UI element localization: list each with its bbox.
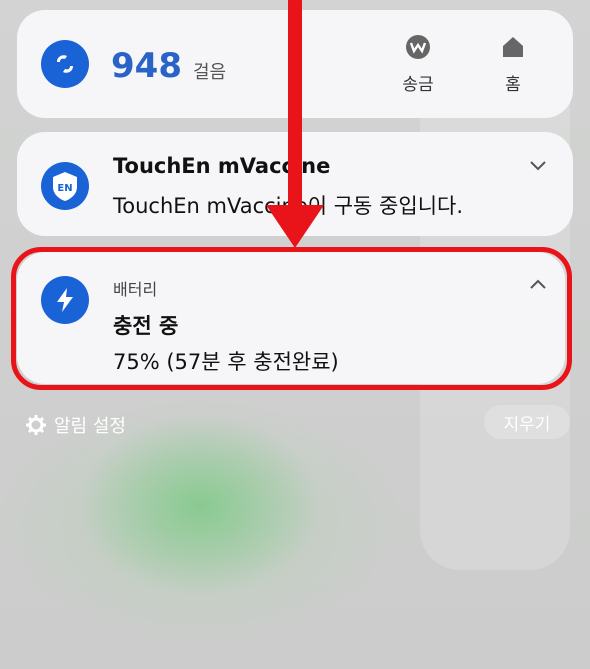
notification-touchen[interactable]: EN TouchEn mVaccine TouchEn mVaccine이 구동… — [17, 132, 573, 236]
touchen-message: TouchEn mVaccine이 구동 중입니다. — [113, 194, 464, 218]
touchen-title: TouchEn mVaccine — [113, 154, 331, 178]
gear-icon — [26, 415, 46, 435]
steps-unit: 걸음 — [193, 62, 227, 83]
steps-app-icon — [41, 40, 89, 88]
svg-text:EN: EN — [57, 183, 72, 194]
notification-settings-button[interactable]: 알림 설정 — [26, 412, 126, 438]
notification-steps[interactable]: 948 걸음 송금 홈 — [17, 10, 573, 118]
home-label: 홈 — [505, 75, 521, 95]
steps-count: 948 — [111, 46, 182, 86]
highlight-box — [11, 247, 572, 390]
touchen-app-icon: EN — [41, 162, 89, 210]
notification-settings-label: 알림 설정 — [54, 416, 126, 437]
transfer-label: 송금 — [402, 75, 434, 95]
transfer-button[interactable]: 송금 — [383, 34, 453, 95]
chevron-down-icon[interactable] — [529, 160, 547, 172]
clear-button[interactable]: 지우기 — [484, 405, 570, 439]
home-button[interactable]: 홈 — [478, 34, 548, 95]
home-icon — [503, 37, 523, 57]
transfer-icon — [406, 35, 430, 59]
